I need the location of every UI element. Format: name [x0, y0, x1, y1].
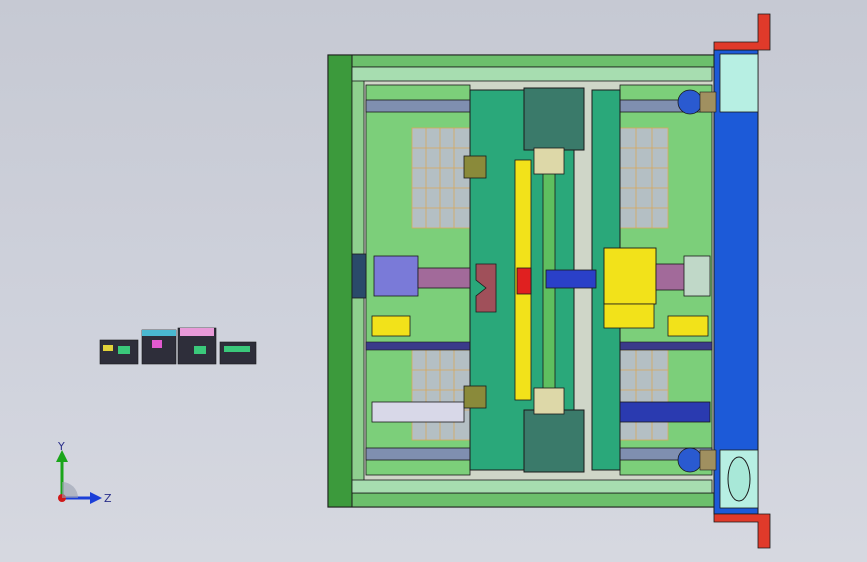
top-knob: [677, 89, 703, 115]
left-grid-top: [411, 127, 471, 229]
bottom-red-bracket: [713, 513, 771, 549]
axis-triad: Y Z: [56, 440, 112, 505]
shaft-bearing-top: [533, 147, 565, 175]
mid-rail-left: [365, 341, 471, 351]
right-bearing-block: [683, 255, 711, 297]
left-motor-flange: [351, 253, 367, 299]
shaft-bearing-bottom: [533, 387, 565, 415]
machine-assembly-model[interactable]: [0, 0, 867, 562]
left-bearing-block: [373, 255, 419, 297]
center-block-top: [523, 87, 585, 151]
frame-left-rail: [327, 54, 353, 508]
blue-coupler: [545, 269, 597, 289]
red-link-block: [516, 267, 532, 295]
center-block-bottom: [523, 409, 585, 473]
z-axis-label: Z: [104, 492, 112, 505]
y-axis-label: Y: [57, 440, 65, 453]
bottom-knob: [677, 447, 703, 473]
right-screw: [655, 263, 687, 291]
top-knob-nut: [699, 91, 717, 113]
right-grid-bottom: [619, 349, 669, 441]
left-screw: [417, 267, 471, 289]
bottom-knob-nut: [699, 449, 717, 471]
olive-block-bottom: [463, 385, 487, 409]
right-yellow-bracket: [667, 315, 709, 337]
mid-rail-right: [619, 341, 713, 351]
right-cable-chain: [619, 401, 711, 423]
frame-top-rail: [327, 54, 721, 68]
cad-viewport[interactable]: Y Z: [0, 0, 867, 562]
upper-rail-left: [365, 99, 471, 113]
left-grid-bottom: [411, 349, 471, 441]
frame-bottom-rail: [327, 492, 721, 508]
top-red-bracket: [713, 13, 771, 51]
loose-parts-cluster[interactable]: [99, 327, 257, 365]
right-blue-panel: [713, 49, 759, 515]
z-axis-arrow: [90, 492, 102, 504]
frame-bottom-inner: [351, 479, 713, 494]
right-grid-top: [619, 127, 669, 229]
slot-cutout: [727, 456, 751, 502]
frame-top-inner: [351, 66, 713, 82]
right-motor-base: [603, 303, 655, 329]
left-yellow-bracket: [371, 315, 411, 337]
olive-block-top: [463, 155, 487, 179]
axis-quadrant: [62, 482, 78, 498]
right-motor-body: [603, 247, 657, 305]
lower-rail-left: [365, 447, 471, 461]
panel-top-window: [719, 53, 759, 113]
left-cable-chain: [371, 401, 465, 423]
